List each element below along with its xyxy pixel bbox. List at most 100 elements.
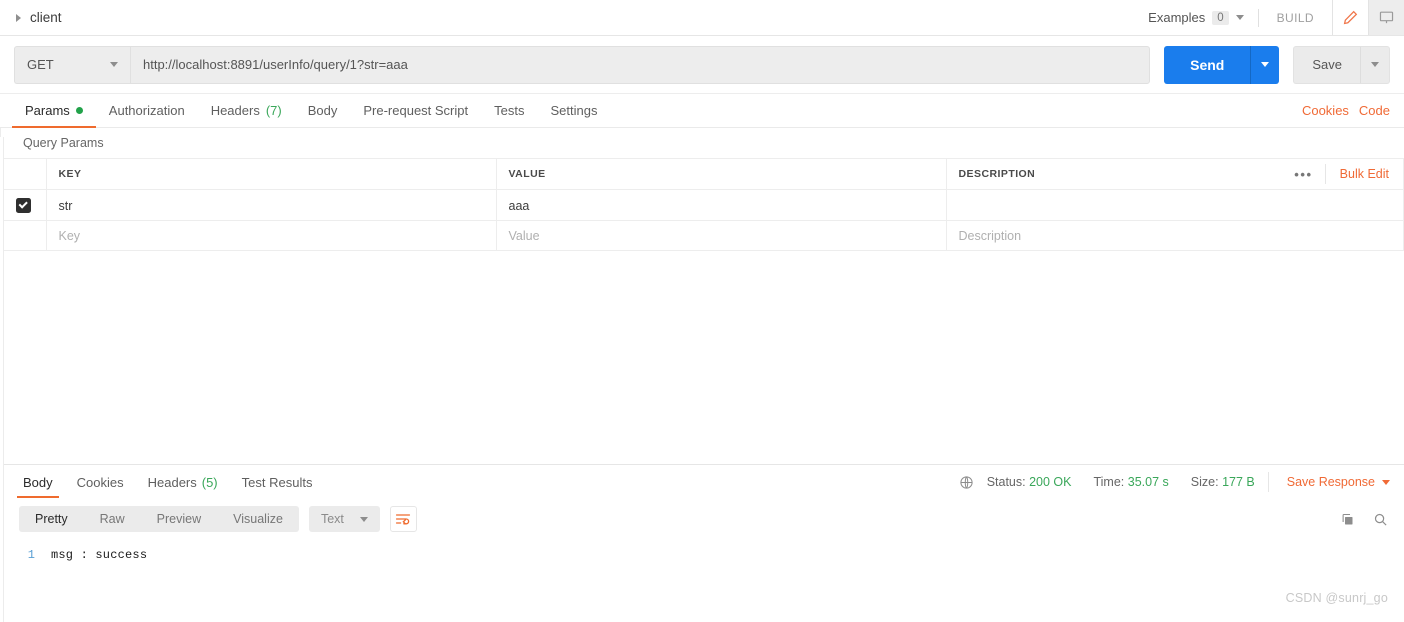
table-body: str aaa Key Value Description <box>1 189 1404 251</box>
response-body-toolbar: Pretty Raw Preview Visualize Text <box>1 498 1404 540</box>
top-bar: client Examples 0 BUILD <box>0 0 1404 36</box>
postman-window: client Examples 0 BUILD GET http://local… <box>0 0 1404 622</box>
time-label: Time: <box>1093 475 1125 489</box>
examples-label: Examples <box>1148 10 1206 25</box>
url-row: GET http://localhost:8891/userInfo/query… <box>0 36 1404 94</box>
row-checkbox-cell[interactable] <box>1 189 47 221</box>
response-format-value: Text <box>320 512 344 526</box>
param-key-value: str <box>58 198 73 213</box>
tab-authorization-label: Authorization <box>108 103 185 118</box>
request-tab[interactable]: client <box>0 10 62 25</box>
tab-params[interactable]: Params <box>12 94 96 128</box>
param-key-cell[interactable]: str <box>46 189 497 221</box>
request-tab-title: client <box>30 10 62 25</box>
column-header-description: DESCRIPTION ••• Bulk Edit <box>946 158 1404 190</box>
new-param-value-cell[interactable]: Value <box>496 220 947 251</box>
param-value-value: aaa <box>508 198 530 213</box>
param-description-cell[interactable] <box>946 189 1404 221</box>
size-label: Size: <box>1190 475 1219 489</box>
size-item: Size: 177 B <box>1182 475 1264 489</box>
chevron-down-icon[interactable] <box>110 62 118 67</box>
tab-authorization[interactable]: Authorization <box>96 94 198 127</box>
response-tab-test-results[interactable]: Test Results <box>230 466 325 498</box>
cookies-link[interactable]: Cookies <box>1302 103 1349 118</box>
tab-pre-request-script[interactable]: Pre-request Script <box>350 94 481 127</box>
table-more-options-icon[interactable]: ••• <box>1282 167 1324 182</box>
query-params-section: Query Params KEY VALUE DESCRIPTION ••• B… <box>0 128 1404 464</box>
status-value: 200 OK <box>1029 475 1072 489</box>
response-status-bar: Status: 200 OK Time: 35.07 s Size: 177 B… <box>959 466 1404 498</box>
response-tab-headers-count: (5) <box>201 474 218 490</box>
tab-headers-count: (7) <box>265 103 282 118</box>
params-modified-dot-icon <box>75 107 83 114</box>
wrap-lines-button[interactable] <box>389 506 417 532</box>
request-tab-bar: Params Authorization Headers (7) Body Pr… <box>0 94 1404 128</box>
left-rail-divider <box>0 137 4 622</box>
table-row-empty[interactable]: Key Value Description <box>1 220 1404 251</box>
table-header: KEY VALUE DESCRIPTION ••• Bulk Edit <box>1 158 1404 190</box>
tab-pre-request-script-label: Pre-request Script <box>363 103 469 118</box>
tab-body[interactable]: Body <box>295 94 351 127</box>
url-value: http://localhost:8891/userInfo/query/1?s… <box>143 57 408 72</box>
new-param-key-placeholder: Key <box>58 229 81 243</box>
save-response-label: Save Response <box>1286 475 1375 489</box>
tab-settings-label: Settings <box>550 103 598 118</box>
response-tab-headers[interactable]: Headers (5) <box>136 466 230 498</box>
send-button[interactable]: Send <box>1164 45 1252 84</box>
new-param-key-cell[interactable]: Key <box>46 220 497 251</box>
request-tab-bar-right: Cookies Code <box>1302 94 1404 127</box>
chevron-down-icon <box>359 516 368 522</box>
tab-headers-label: Headers <box>210 103 260 118</box>
row-checkbox-cell-empty[interactable] <box>1 220 47 251</box>
new-param-description-cell[interactable]: Description <box>946 220 1404 251</box>
view-mode-pretty[interactable]: Pretty <box>19 506 84 532</box>
response-body-content[interactable]: 1 msg : success <box>1 540 1404 622</box>
view-mode-preview[interactable]: Preview <box>141 506 217 532</box>
save-options-button[interactable] <box>1360 45 1390 84</box>
http-method-select[interactable]: GET <box>14 45 130 84</box>
http-method-value: GET <box>27 57 54 72</box>
tab-params-label: Params <box>25 103 70 118</box>
response-tab-cookies-label: Cookies <box>76 474 124 490</box>
response-tab-body[interactable]: Body <box>11 466 65 498</box>
tab-headers[interactable]: Headers (7) <box>198 94 295 127</box>
table-row[interactable]: str aaa <box>1 189 1404 221</box>
params-empty-area <box>1 251 1404 464</box>
param-value-cell[interactable]: aaa <box>496 189 947 221</box>
response-tab-body-label: Body <box>23 474 53 490</box>
expand-caret-icon[interactable] <box>16 13 21 22</box>
chevron-down-icon[interactable] <box>1235 15 1244 20</box>
table-header-row: KEY VALUE DESCRIPTION ••• Bulk Edit <box>1 158 1404 190</box>
examples-dropdown[interactable]: Examples 0 <box>1148 10 1257 25</box>
wrap-text-icon <box>396 514 411 525</box>
save-response-button[interactable]: Save Response <box>1273 475 1390 489</box>
examples-count-badge: 0 <box>1212 10 1229 25</box>
copy-icon[interactable] <box>1340 512 1355 527</box>
chevron-down-icon <box>1261 62 1270 67</box>
new-param-description-placeholder: Description <box>958 229 1022 243</box>
tab-tests[interactable]: Tests <box>481 94 537 127</box>
view-mode-raw[interactable]: Raw <box>84 506 141 532</box>
send-options-button[interactable] <box>1251 45 1280 84</box>
search-icon[interactable] <box>1373 512 1388 527</box>
column-header-key: KEY <box>46 158 497 190</box>
edit-request-button[interactable] <box>1332 0 1368 35</box>
status-item: Status: 200 OK <box>978 475 1081 489</box>
param-enabled-checkbox[interactable] <box>15 197 31 213</box>
comments-button[interactable] <box>1368 0 1404 35</box>
code-line: 1 msg : success <box>1 548 1404 562</box>
code-link[interactable]: Code <box>1359 103 1390 118</box>
save-button[interactable]: Save <box>1293 45 1360 84</box>
url-input[interactable]: http://localhost:8891/userInfo/query/1?s… <box>130 45 1151 84</box>
bulk-edit-button[interactable]: Bulk Edit <box>1326 167 1403 181</box>
view-mode-visualize[interactable]: Visualize <box>217 506 299 532</box>
tab-settings[interactable]: Settings <box>537 94 610 127</box>
globe-icon[interactable] <box>959 475 974 490</box>
top-bar-right: Examples 0 BUILD <box>1148 0 1404 35</box>
response-tab-test-results-label: Test Results <box>241 474 313 490</box>
response-body-toolbar-right <box>1340 512 1404 527</box>
response-format-select[interactable]: Text <box>308 506 380 532</box>
response-tab-cookies[interactable]: Cookies <box>65 466 136 498</box>
response-tab-headers-label: Headers <box>147 474 197 490</box>
query-params-title: Query Params <box>23 136 104 150</box>
